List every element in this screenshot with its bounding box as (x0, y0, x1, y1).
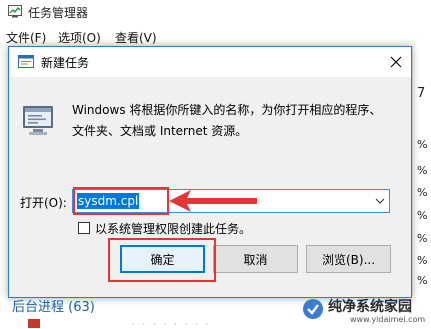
watermark-logo-icon (303, 299, 323, 319)
task-manager-menubar: 文件(F) 选项(O) 查看(V) (0, 26, 431, 46)
menu-options[interactable]: 选项(O) (58, 29, 101, 46)
open-dropdown-button[interactable] (371, 190, 389, 212)
run-program-icon (23, 106, 53, 135)
dialog-title: 新建任务 (41, 56, 90, 70)
cell-value: % (417, 186, 428, 199)
dialog-titlebar: 新建任务 (9, 47, 411, 77)
close-icon (390, 56, 402, 68)
process-icon (28, 319, 40, 328)
cell-value: % (417, 138, 428, 151)
close-button[interactable] (381, 47, 411, 77)
open-field-highlight (73, 187, 169, 215)
cell-value: % (417, 274, 428, 287)
open-label: 打开(O): (20, 196, 67, 210)
cell-value: % (417, 164, 428, 177)
menu-view[interactable]: 查看(V) (115, 29, 157, 46)
chevron-down-icon (375, 198, 385, 204)
background-processes-header[interactable]: 后台进程 (63) (12, 296, 95, 315)
cell-value: % (417, 232, 428, 245)
task-manager-icon (8, 5, 22, 18)
watermark: 纯净系统家园 www.yidaimei.com (302, 296, 431, 328)
cancel-button[interactable]: 取消 (213, 245, 298, 273)
description-line-2: 文件夹、文档或 Internet 资源。 (72, 124, 248, 138)
cpu-header-value: 7 (417, 86, 426, 101)
browse-button[interactable]: 浏览(B)... (306, 245, 391, 273)
run-title-icon (18, 55, 34, 68)
admin-checkbox-label[interactable]: 以系统管理权限创建此任务。 (95, 220, 251, 237)
red-arrow-annotation (169, 190, 257, 212)
admin-checkbox[interactable] (78, 222, 90, 234)
ok-button-highlight (108, 238, 216, 282)
task-manager-title: 任务管理器 (28, 6, 89, 20)
task-manager-titlebar: 任务管理器 (0, 0, 431, 24)
description-line-1: Windows 将根据你所键入的名称，为你打开相应的程序、 (72, 103, 382, 117)
create-task-dialog: 新建任务 Windows 将根据你所键入的名称，为你打开相应的程序、 文件夹、文… (8, 46, 412, 298)
watermark-url: www.yidaimei.com (350, 315, 426, 324)
cell-value: % (417, 209, 428, 222)
menu-file[interactable]: 文件(F) (6, 29, 46, 46)
task-manager-columns: 7 % % % % % % % (412, 46, 431, 296)
watermark-name: 纯净系统家园 (328, 299, 412, 315)
cell-value: % (417, 254, 428, 267)
